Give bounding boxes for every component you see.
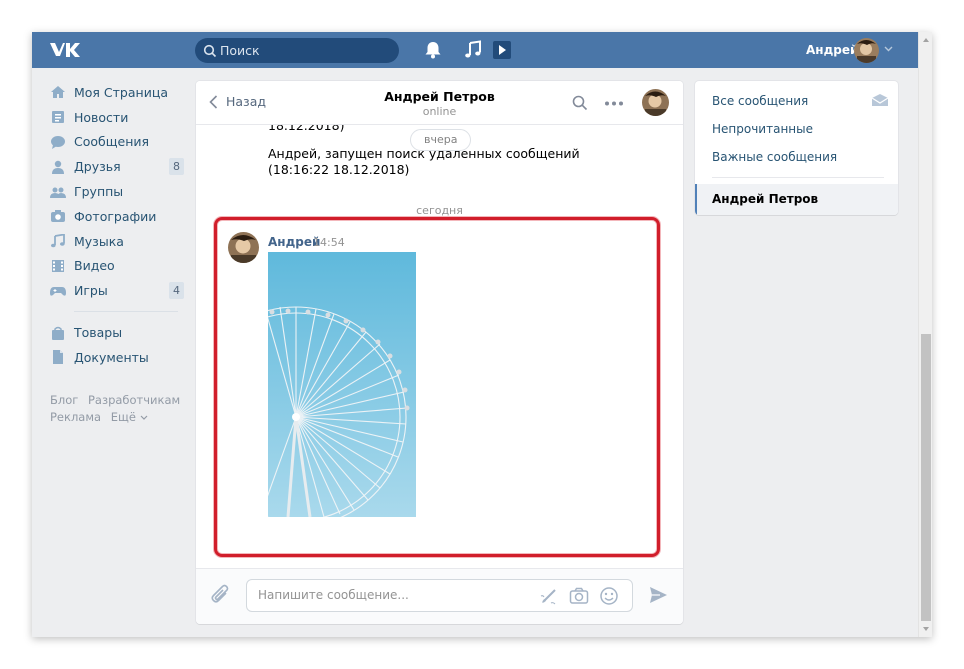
sidebar-item-my-page[interactable]: Моя Страница	[46, 80, 184, 105]
date-separator-today: сегодня	[416, 204, 463, 217]
menu-item-all-messages[interactable]: Все сообщения	[712, 94, 808, 108]
document-icon	[53, 350, 63, 365]
message-input-placeholder: Напишите сообщение...	[258, 588, 409, 602]
send-icon[interactable]	[648, 585, 668, 605]
chat-header: Назад Андрей Петров online	[196, 81, 683, 125]
sidebar-item-goods[interactable]: Товары	[46, 320, 184, 345]
smiley-icon[interactable]	[599, 586, 619, 606]
search-input[interactable]: Поиск	[195, 38, 399, 63]
sidebar-item-label: Товары	[74, 325, 123, 341]
chat-peer-status: online	[422, 105, 457, 118]
vk-logo-icon[interactable]	[49, 40, 81, 60]
menu-item-active-conversation[interactable]: Андрей Петров	[695, 184, 898, 215]
people-icon	[50, 187, 66, 198]
news-icon	[52, 111, 64, 124]
games-count-badge: 4	[169, 282, 184, 300]
sidebar-divider	[74, 311, 178, 313]
gamepad-icon	[50, 286, 66, 296]
sidebar-item-label: Группы	[74, 184, 124, 200]
page-scrollbar[interactable]	[918, 32, 932, 637]
active-conversation-label: Андрей Петров	[712, 192, 819, 206]
home-icon	[51, 86, 65, 99]
footer-link-developers[interactable]: Разработчикам	[88, 393, 180, 407]
sidebar-item-label: Сообщения	[74, 134, 150, 150]
menu-item-unread[interactable]: Непрочитанные	[712, 122, 813, 136]
footer-link-more[interactable]: Ещё	[111, 410, 148, 424]
header-avatar[interactable]	[854, 38, 879, 63]
message-time[interactable]: 14:54	[313, 236, 345, 249]
bell-icon[interactable]	[423, 40, 443, 60]
sidebar-item-news[interactable]: Новости	[46, 105, 184, 130]
scrollbar-thumb[interactable]	[921, 334, 931, 621]
film-icon	[52, 259, 64, 272]
search-placeholder: Поиск	[220, 43, 260, 58]
camera-icon	[51, 210, 65, 223]
left-sidebar: Моя Страница Новости Сообщения Друзья 8 …	[46, 80, 184, 370]
sidebar-item-groups[interactable]: Группы	[46, 179, 184, 204]
more-options-icon[interactable]	[604, 101, 624, 106]
envelope-icon[interactable]	[871, 93, 889, 107]
graffiti-brush-icon[interactable]	[539, 586, 559, 606]
sidebar-item-label: Документы	[74, 349, 149, 365]
search-icon	[203, 44, 217, 58]
sidebar-item-friends[interactable]: Друзья 8	[46, 154, 184, 179]
sidebar-item-label: Музыка	[74, 233, 124, 249]
music-note-icon[interactable]	[463, 40, 483, 60]
menu-divider	[712, 177, 884, 178]
messages-filter-menu: Все сообщения Непрочитанные Важные сообщ…	[695, 81, 898, 215]
browser-window: Поиск Андрей Моя Страница Новости Сообще…	[32, 32, 932, 637]
sidebar-item-messages[interactable]: Сообщения	[46, 130, 184, 155]
chevron-down-icon[interactable]	[884, 46, 893, 52]
sidebar-item-photos[interactable]: Фотографии	[46, 204, 184, 229]
top-bar: Поиск Андрей	[32, 32, 918, 68]
music-note-icon	[51, 234, 65, 248]
scroll-up-arrow-icon[interactable]	[922, 36, 930, 44]
footer-link-blog[interactable]: Блог	[50, 393, 78, 407]
chat-panel: Назад Андрей Петров online 18.12.2018) в…	[196, 81, 683, 624]
system-message: Андрей, запущен поиск удаленных сообщени…	[268, 146, 580, 177]
video-play-icon[interactable]	[492, 40, 512, 60]
sidebar-item-label: Друзья	[74, 159, 121, 175]
sidebar-item-documents[interactable]: Документы	[46, 345, 184, 370]
sidebar-item-video[interactable]: Видео	[46, 254, 184, 279]
message-composer: Напишите сообщение...	[196, 568, 683, 624]
message-history[interactable]: 18.12.2018) вчера Андрей, запущен поиск …	[196, 125, 683, 568]
search-icon[interactable]	[572, 95, 588, 111]
sidebar-item-games[interactable]: Игры 4	[46, 278, 184, 303]
chat-bubble-icon	[51, 135, 65, 149]
menu-item-important[interactable]: Важные сообщения	[712, 150, 837, 164]
sidebar-item-label: Новости	[74, 109, 129, 125]
sidebar-footer-links: Блог Разработчикам Реклама Ещё	[50, 392, 190, 426]
person-icon	[52, 160, 64, 174]
sidebar-item-label: Моя Страница	[74, 84, 168, 100]
sidebar-item-music[interactable]: Музыка	[46, 229, 184, 254]
scroll-down-arrow-icon[interactable]	[922, 625, 930, 633]
chevron-down-icon	[140, 415, 148, 420]
sidebar-item-label: Игры	[74, 283, 108, 299]
sidebar-item-label: Фотографии	[74, 208, 157, 224]
bag-icon	[52, 326, 64, 340]
peer-avatar[interactable]	[642, 89, 669, 116]
footer-more-label: Ещё	[110, 410, 136, 424]
footer-link-ads[interactable]: Реклама	[50, 410, 101, 424]
friends-count-badge: 8	[169, 158, 184, 176]
message-input[interactable]: Напишите сообщение...	[246, 579, 633, 612]
paperclip-icon[interactable]	[210, 584, 232, 608]
message-author-avatar[interactable]	[228, 232, 259, 263]
ferris-wheel-photo[interactable]	[268, 252, 416, 517]
sidebar-item-label: Видео	[74, 258, 115, 274]
camera-icon[interactable]	[569, 586, 589, 606]
header-user-name[interactable]: Андрей	[806, 43, 858, 57]
